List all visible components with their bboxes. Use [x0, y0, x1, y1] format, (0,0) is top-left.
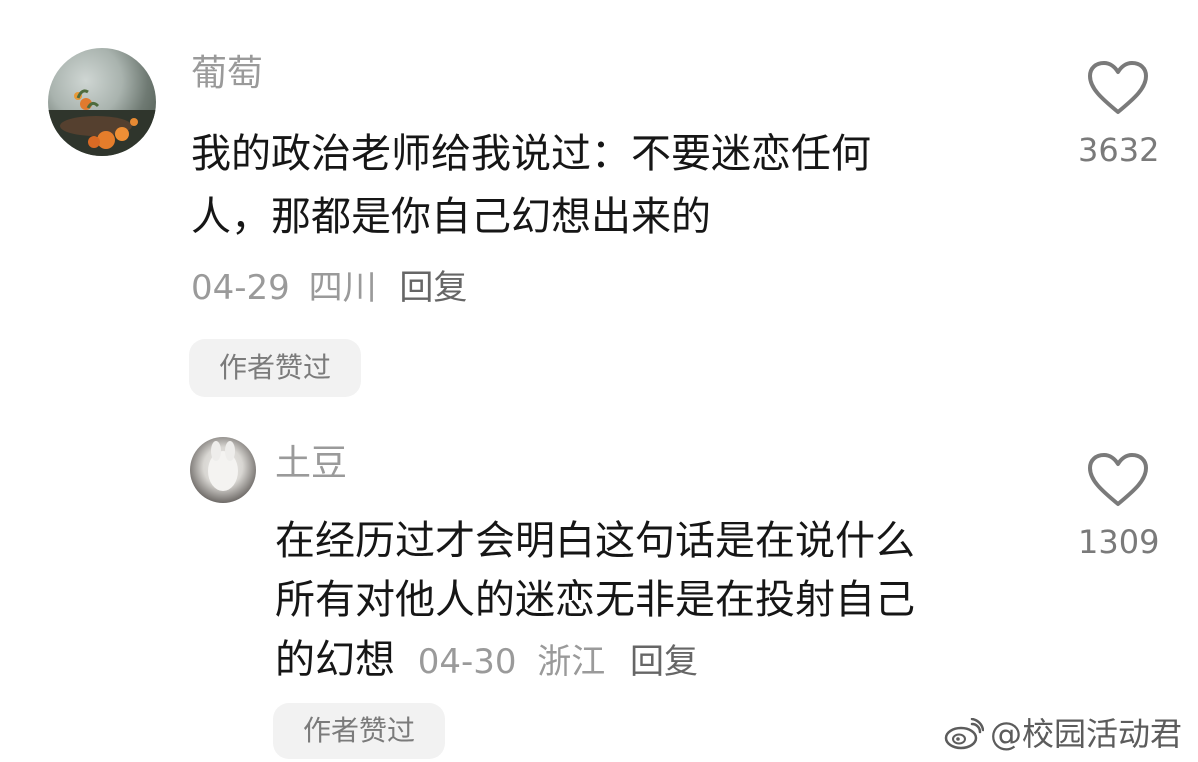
like-count: 1309 — [1078, 523, 1160, 561]
heart-icon — [1088, 61, 1148, 114]
reply-text-line: 的幻想 — [275, 637, 395, 683]
comment-location: 四川 — [308, 268, 377, 308]
user-avatar[interactable] — [48, 48, 156, 156]
comment-date: 04-29 — [191, 268, 290, 308]
comment-text-line: 人，那都是你自己幻想出来的 — [191, 194, 711, 240]
weibo-icon — [944, 717, 985, 750]
reply-text-line-with-meta: 的幻想 04-30 浙江 回复 — [275, 629, 698, 694]
watermark-text: @校园活动君 — [989, 715, 1182, 753]
watermark: @校园活动君 — [944, 715, 1182, 753]
username[interactable]: 土豆 — [275, 446, 347, 482]
reply-text-line: 在经历过才会明白这句话是在说什么 — [275, 518, 915, 564]
username[interactable]: 葡萄 — [191, 56, 263, 92]
avatar-image — [48, 89, 156, 156]
reply-button[interactable]: 回复 — [630, 642, 698, 682]
author-liked-badge: 作者赞过 — [273, 703, 445, 759]
comment-meta: 04-29 四川 回复 — [191, 271, 467, 305]
like-count: 3632 — [1078, 131, 1160, 169]
reply-button[interactable]: 回复 — [399, 268, 467, 308]
reply-location: 浙江 — [537, 642, 606, 682]
like-button[interactable]: 1309 — [1078, 452, 1160, 561]
like-button[interactable]: 3632 — [1078, 60, 1160, 169]
reply-text-line: 所有对他人的迷恋无非是在投射自己 — [275, 577, 915, 623]
reply-date: 04-30 — [417, 642, 517, 682]
avatar-image — [208, 441, 238, 491]
user-avatar[interactable] — [190, 437, 256, 503]
author-liked-badge: 作者赞过 — [189, 339, 361, 397]
heart-icon — [1088, 453, 1148, 506]
comment-text-line: 我的政治老师给我说过：不要迷恋任何 — [191, 131, 871, 177]
